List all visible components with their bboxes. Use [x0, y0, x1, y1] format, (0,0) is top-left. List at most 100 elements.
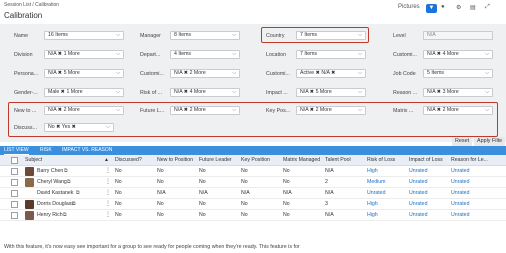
tab-list-view[interactable]: LIST VIEW [4, 146, 29, 155]
export-icon[interactable]: ▤ [470, 4, 476, 13]
cell-new-to-position: No [157, 212, 164, 218]
card-icon[interactable]: ⧉ [64, 168, 68, 174]
cell-impact-of-loss[interactable]: Unrated [409, 210, 427, 221]
chevron-down-icon: ⌵ [232, 70, 236, 76]
filter-jobcode-select[interactable]: 5 Items ⌵ [423, 69, 493, 78]
reset-button[interactable]: Reset [452, 137, 473, 146]
cell-risk-of-loss[interactable]: High [367, 199, 378, 210]
filter-riskof-select[interactable]: N/A ✖ 4 More ⌵ [170, 88, 240, 97]
cell-risk-of-loss[interactable]: High [367, 210, 378, 221]
sort-icon[interactable]: ▲ [104, 155, 109, 166]
row-checkbox[interactable] [11, 179, 18, 186]
cell-risk-of-loss[interactable]: Unrated [367, 188, 385, 199]
tab-risk[interactable]: RISK [40, 146, 52, 155]
cell-reason-for-leaving[interactable]: Unrated [451, 177, 469, 188]
filter-manager-select[interactable]: 8 Items ⌵ [170, 31, 240, 40]
cell-impact-of-loss[interactable]: Unrated [409, 177, 427, 188]
cell-reason-for-leaving[interactable]: Unrated [451, 210, 469, 221]
cell-talent-pool: 3 [325, 201, 328, 207]
filter-level-select[interactable]: N/A [423, 31, 493, 40]
table-row[interactable]: David Kastanek ⧉ ⋮ No N/A N/A N/A N/A N/… [0, 188, 506, 199]
row-checkbox[interactable] [11, 201, 18, 208]
column-header[interactable]: Reason for Le... [451, 155, 488, 166]
filter-location-select[interactable]: 7 Items ⌵ [296, 50, 366, 59]
filter-label-level: Level [393, 33, 406, 39]
page-header: Session List / Calibration Calibration P… [0, 0, 506, 24]
cell-reason-for-leaving[interactable]: Unrated [451, 166, 469, 177]
table-row[interactable]: Dorris Douglass ⧉ ⋮ No No No No No 3 Hig… [0, 199, 506, 210]
card-icon[interactable]: ⧉ [67, 179, 71, 185]
chevron-down-icon: ⌵ [358, 51, 362, 57]
table-row[interactable]: Henry Rich ⧉ ⋮ No No No No No N/A High U… [0, 210, 506, 221]
cell-key-position: No [241, 179, 248, 185]
cell-impact-of-loss[interactable]: Unrated [409, 199, 427, 210]
subject-name[interactable]: Dorris Douglass [37, 199, 74, 210]
chevron-down-icon: ⌵ [485, 51, 489, 57]
filter-custom1-select[interactable]: N/A ✖ 4 More ⌵ [423, 50, 493, 59]
column-header[interactable]: Subject [25, 155, 42, 166]
view-tabs: LIST VIEW RISK IMPACT VS. REASON [0, 146, 506, 155]
gear-icon[interactable]: ⚙ [456, 4, 461, 13]
cell-risk-of-loss[interactable]: Medium [367, 177, 385, 188]
avatar [25, 167, 34, 176]
table-row[interactable]: Cheryl Wang ⧉ ⋮ No No No No No 2 Medium … [0, 177, 506, 188]
filter-impact-select[interactable]: N/A ✖ 5 More ⌵ [296, 88, 366, 97]
apply-filter-button[interactable]: Apply Filte [474, 137, 506, 146]
cell-impact-of-loss[interactable]: Unrated [409, 166, 427, 177]
tab-impact-vs-reason[interactable]: IMPACT VS. REASON [62, 146, 112, 155]
filter-icon[interactable]: ▼ [426, 4, 437, 13]
card-icon[interactable]: ⧉ [72, 201, 76, 207]
cell-key-position: No [241, 168, 248, 174]
filter-department-select[interactable]: 4 Items ⌵ [170, 50, 240, 59]
chevron-down-icon: ⌵ [116, 89, 120, 95]
column-header[interactable]: Risk of Loss [367, 155, 395, 166]
filter-gender-select[interactable]: Male ✖ 1 More ⌵ [44, 88, 124, 97]
filter-custom3-select[interactable]: Active ✖ N/A ✖ ⌵ [296, 69, 366, 78]
subject-name[interactable]: Cheryl Wang [37, 177, 67, 188]
column-header[interactable]: Discussed? [115, 155, 142, 166]
more-icon[interactable]: ⋮ [105, 166, 111, 177]
column-header[interactable]: Impact of Loss [409, 155, 443, 166]
cell-reason-for-leaving[interactable]: Unrated [451, 188, 469, 199]
chevron-down-icon: ⌵ [485, 89, 489, 95]
expand-icon[interactable]: ⤢ [485, 4, 490, 13]
filter-label-department: Depart... [140, 52, 161, 58]
card-icon[interactable]: ⧉ [76, 190, 80, 196]
column-header[interactable]: Future Leader [199, 155, 232, 166]
page-title: Calibration [4, 11, 43, 20]
more-icon[interactable]: ⋮ [105, 199, 111, 210]
more-icon[interactable]: ⋮ [105, 188, 111, 199]
row-checkbox[interactable] [11, 168, 18, 175]
subject-name[interactable]: David Kastanek [37, 188, 73, 199]
avatar [25, 211, 34, 220]
card-icon[interactable]: ⧉ [63, 212, 67, 218]
filter-personal-select[interactable]: N/A ✖ 5 More ⌵ [44, 69, 124, 78]
cell-impact-of-loss[interactable]: Unrated [409, 188, 427, 199]
cell-matrix-managed: No [283, 179, 290, 185]
column-header[interactable]: Talent Pool [325, 155, 351, 166]
breadcrumb[interactable]: Session List / Calibration [4, 2, 59, 8]
select-all-checkbox[interactable] [11, 157, 18, 164]
column-header[interactable]: Key Position [241, 155, 270, 166]
column-header[interactable]: Matrix Managed [283, 155, 320, 166]
column-header[interactable]: New to Position [157, 155, 193, 166]
more-icon[interactable]: ⋮ [105, 177, 111, 188]
cell-risk-of-loss[interactable]: High [367, 166, 378, 177]
filter-label-jobcode: Job Code [393, 71, 416, 77]
pictures-label[interactable]: Pictures [398, 4, 420, 13]
filter-custom2-select[interactable]: N/A ✖ 2 More ⌵ [170, 69, 240, 78]
row-checkbox[interactable] [11, 190, 18, 197]
cell-future-leader: No [199, 168, 206, 174]
cell-reason-for-leaving[interactable]: Unrated [451, 199, 469, 210]
filter-division-select[interactable]: N/A ✖ 1 More ⌵ [44, 50, 124, 59]
eye-icon[interactable]: ● [441, 4, 445, 13]
row-checkbox[interactable] [11, 212, 18, 219]
filter-name-select[interactable]: 16 Items ⌵ [44, 31, 124, 40]
cell-talent-pool: 2 [325, 179, 328, 185]
subject-name[interactable]: Henry Rich [37, 210, 63, 221]
filter-reason-select[interactable]: N/A ✖ 3 More ⌵ [423, 88, 493, 97]
table-row[interactable]: Barry Chen ⧉ ⋮ No No No No No N/A High U… [0, 166, 506, 177]
cell-matrix-managed: No [283, 212, 290, 218]
more-icon[interactable]: ⋮ [105, 210, 111, 221]
subject-name[interactable]: Barry Chen [37, 166, 63, 177]
